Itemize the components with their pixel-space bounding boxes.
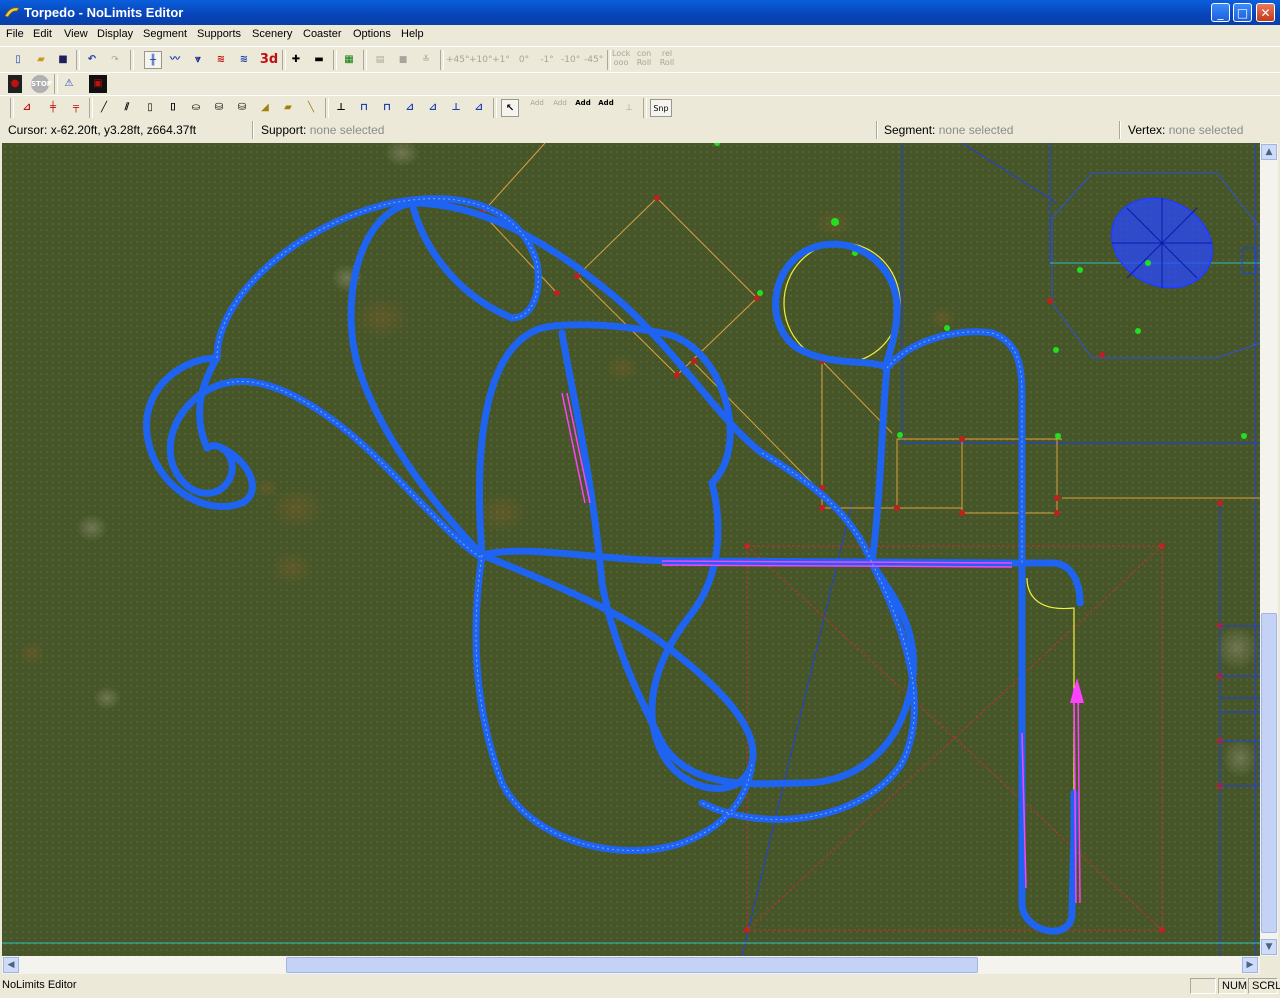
app-icon	[4, 7, 20, 18]
minimize-button[interactable]: _	[1211, 3, 1230, 22]
support-lean-icon[interactable]: ⊿	[401, 99, 419, 117]
column-icon[interactable]: ⌷	[164, 99, 182, 117]
maximize-button[interactable]: □	[1233, 3, 1252, 22]
status-blank-panel	[1190, 978, 1216, 994]
support-tower-icon[interactable]: ⊥	[332, 99, 350, 117]
menu-coaster[interactable]: Coaster	[303, 28, 342, 40]
roll-plus-1-button[interactable]: +1°	[492, 51, 510, 69]
ground-icon[interactable]: ⊥	[620, 99, 638, 117]
train-icon[interactable]: ≋	[212, 51, 230, 69]
support-readout: Support: none selected	[261, 123, 385, 137]
support-frame-icon[interactable]: ⊓	[355, 99, 373, 117]
track-canvas[interactable]	[2, 143, 1260, 956]
3d-view-button[interactable]: 3d	[258, 51, 280, 69]
undo-icon[interactable]: ↶	[83, 51, 101, 69]
warning-icon[interactable]: ⚠	[60, 75, 78, 93]
menu-view[interactable]: View	[64, 28, 88, 40]
menu-edit[interactable]: Edit	[33, 28, 52, 40]
select-pointer-icon[interactable]: ↖	[501, 99, 519, 117]
cursor-readout: Cursor: x-62.20ft, y3.28ft, z664.37ft	[8, 123, 197, 137]
column-wide-icon[interactable]: ⛁	[210, 99, 228, 117]
column-thin-icon[interactable]: ▯	[141, 99, 159, 117]
add-support-button-3[interactable]: Add	[574, 99, 592, 117]
support-bent-icon[interactable]: ⊿	[470, 99, 488, 117]
track-editor-viewport[interactable]	[2, 143, 1260, 956]
add-support-button-2[interactable]: Add	[551, 99, 569, 117]
title-bar: Torpedo - NoLimits Editor _ □ ✕	[0, 0, 1280, 25]
roll-plus-45-button[interactable]: +45°	[446, 51, 470, 69]
add-support-button-1[interactable]: Add	[528, 99, 546, 117]
roll-minus-10-button[interactable]: -10°	[561, 51, 580, 69]
segment-readout: Segment: none selected	[884, 123, 1014, 137]
beam-icon[interactable]: ╱	[95, 99, 113, 117]
vertical-scroll-thumb[interactable]	[1261, 613, 1277, 933]
close-button[interactable]: ✕	[1256, 3, 1275, 22]
remove-vertex-icon[interactable]: ▬	[310, 51, 328, 69]
menu-segment[interactable]: Segment	[143, 28, 187, 40]
grid-icon[interactable]: ▦	[340, 51, 358, 69]
status-app-name: NoLimits Editor	[2, 979, 77, 991]
scroll-up-icon[interactable]: ▲	[1261, 144, 1277, 160]
double-beam-icon[interactable]: ⫽	[118, 99, 136, 117]
scroll-lock-indicator: SCRL	[1248, 978, 1280, 994]
heartline-icon[interactable]: 〰	[166, 51, 184, 69]
scroll-left-icon[interactable]: ◀	[3, 957, 19, 973]
track-view-icon[interactable]: ╫	[144, 51, 162, 69]
menu-supports[interactable]: Supports	[197, 28, 241, 40]
num-lock-indicator: NUM	[1218, 978, 1247, 994]
roll-minus-45-button[interactable]: -45°	[584, 51, 603, 69]
new-file-icon[interactable]: ▯	[9, 51, 27, 69]
menu-help[interactable]: Help	[401, 28, 424, 40]
status-bar: NoLimits Editor NUM SCRL	[0, 976, 1280, 998]
add-vertex-icon[interactable]: ✚	[287, 51, 305, 69]
horizontal-scroll-thumb[interactable]	[286, 957, 978, 973]
simulation-toolbar: ● STOP ⚠ ▣	[0, 72, 1280, 96]
horizontal-scrollbar[interactable]: ◀ ▶	[2, 956, 1260, 974]
traffic-light-icon[interactable]: ●	[8, 75, 22, 93]
cursor-value: x-62.20ft, y3.28ft, z664.37ft	[50, 123, 197, 137]
menu-scenery[interactable]: Scenery	[252, 28, 292, 40]
support-pylon-icon[interactable]: ⊥	[447, 99, 465, 117]
con-roll-button[interactable]: con Roll	[635, 49, 653, 67]
vertex-readout: Vertex: none selected	[1128, 123, 1244, 137]
properties-icon[interactable]: ▤	[371, 51, 389, 69]
footer-block-icon[interactable]: ▰	[279, 99, 297, 117]
split-icon[interactable]: ≚	[417, 51, 435, 69]
roll-minus-1-button[interactable]: -1°	[538, 51, 556, 69]
beam-node-icon[interactable]: ╪	[44, 99, 62, 117]
column-large-icon[interactable]: ⛁	[233, 99, 251, 117]
main-toolbar: ▯ ▰ ■ ↶ ↷ ╫ 〰 ⩔ ≋ ≋ 3d ✚ ▬ ▦ ▤ ■ ≚ +45° …	[0, 46, 1280, 73]
roll-zero-button[interactable]: 0°	[515, 51, 533, 69]
block-icon[interactable]: ■	[394, 51, 412, 69]
support-arch-icon[interactable]: ⊓	[378, 99, 396, 117]
vertical-scrollbar[interactable]: ▲ ▼	[1260, 143, 1278, 956]
menu-options[interactable]: Options	[353, 28, 391, 40]
menu-file[interactable]: File	[6, 28, 24, 40]
snap-button[interactable]: Snp	[650, 99, 672, 117]
stop-button[interactable]: STOP	[31, 75, 52, 93]
window-title: Torpedo - NoLimits Editor	[24, 5, 184, 20]
rail-node-icon[interactable]: ╤	[67, 99, 85, 117]
station-icon[interactable]: ▣	[89, 75, 107, 93]
catwalk-icon[interactable]: ╲	[302, 99, 320, 117]
redo-icon[interactable]: ↷	[106, 51, 124, 69]
menu-bar: File Edit View Display Segment Supports …	[0, 25, 1280, 45]
footer-icon[interactable]: ◢	[256, 99, 274, 117]
scroll-right-icon[interactable]: ▶	[1242, 957, 1258, 973]
car-icon[interactable]: ≋	[235, 51, 253, 69]
add-support-button-4[interactable]: Add	[597, 99, 615, 117]
rel-roll-button[interactable]: rel Roll	[658, 49, 676, 67]
save-icon[interactable]: ■	[54, 51, 72, 69]
info-bar: Cursor: x-62.20ft, y3.28ft, z664.37ft Su…	[0, 119, 1280, 141]
scroll-down-icon[interactable]: ▼	[1261, 939, 1277, 955]
open-folder-icon[interactable]: ▰	[32, 51, 50, 69]
free-node-icon[interactable]: ⊿	[18, 99, 36, 117]
menu-display[interactable]: Display	[97, 28, 133, 40]
column-medium-icon[interactable]: ⛀	[187, 99, 205, 117]
supports-toolbar: ⊿ ╪ ╤ ╱ ⫽ ▯ ⌷ ⛀ ⛁ ⛁ ◢ ▰ ╲ ⊥ ⊓ ⊓ ⊿ ⊿ ⊥ ⊿ …	[0, 95, 1280, 120]
banking-icon[interactable]: ⩔	[189, 51, 207, 69]
support-double-lean-icon[interactable]: ⊿	[424, 99, 442, 117]
roll-plus-10-button[interactable]: +10°	[469, 51, 493, 69]
lock-roll-button[interactable]: Lock ooo	[612, 49, 630, 67]
